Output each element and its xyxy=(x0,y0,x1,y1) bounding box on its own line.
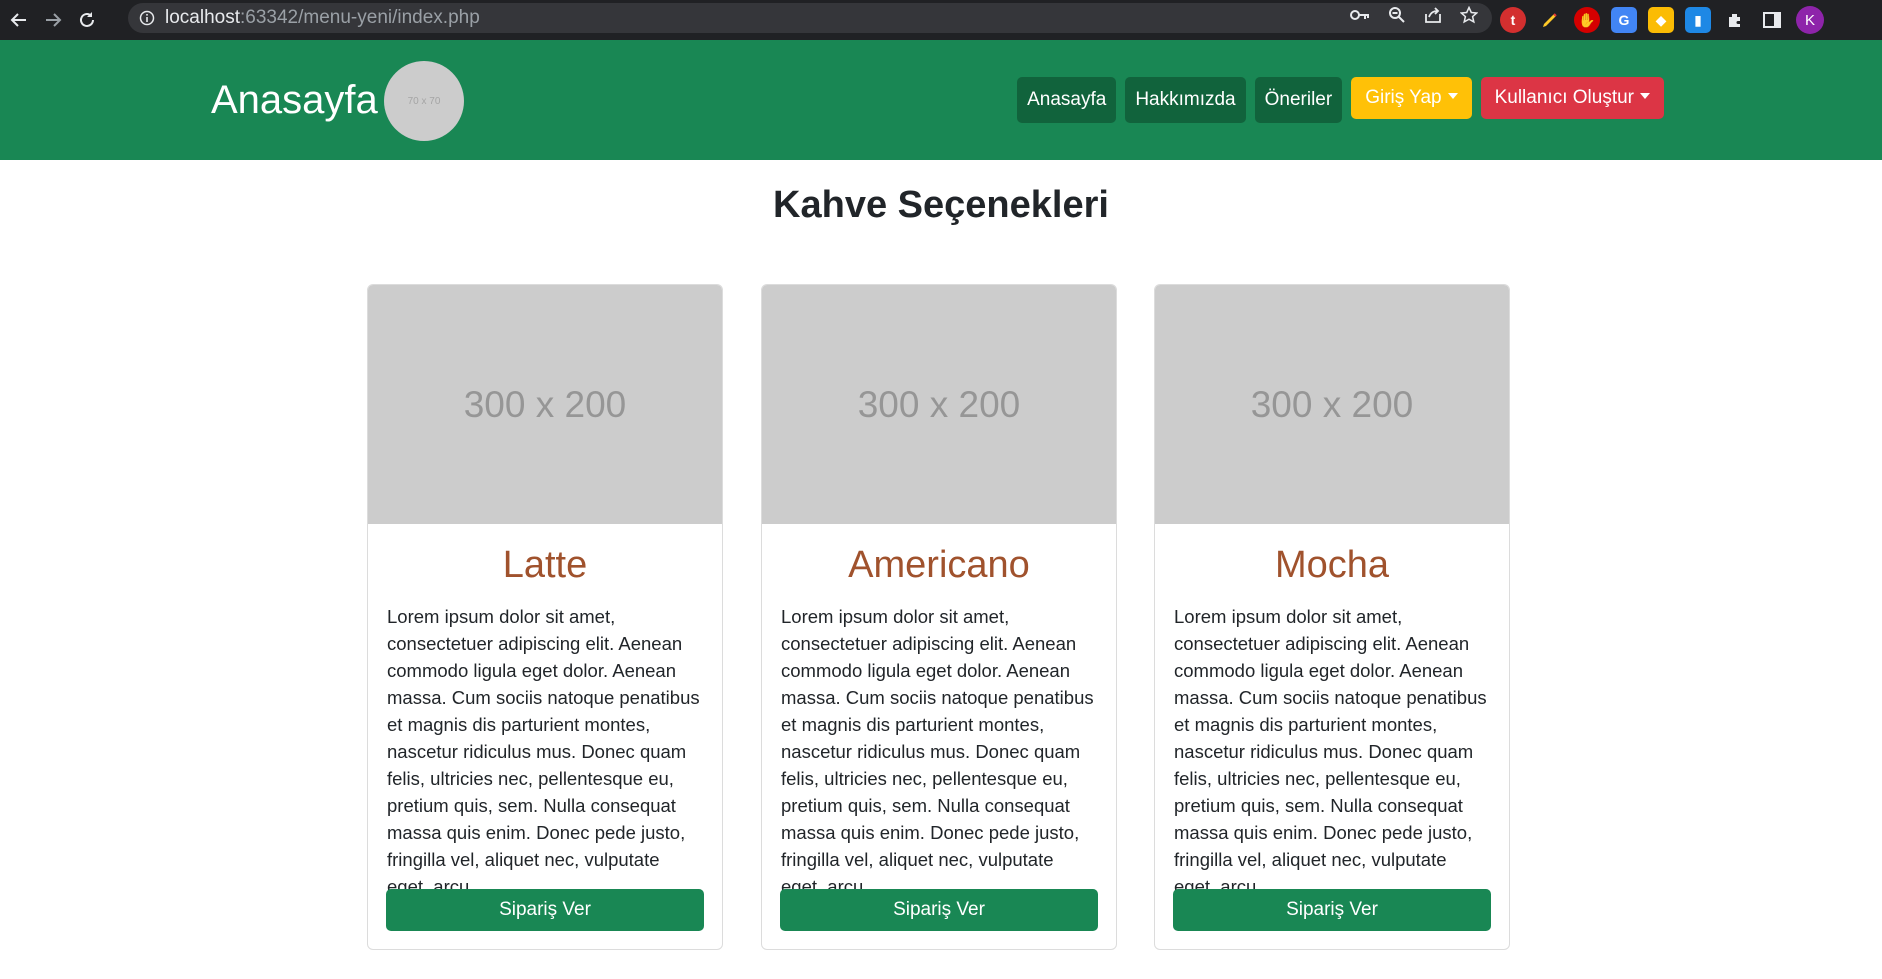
card-image-placeholder: 300 x 200 xyxy=(1155,285,1509,524)
color-extension-icon[interactable]: ◆ xyxy=(1648,7,1674,33)
card-description: Lorem ipsum dolor sit amet, consectetuer… xyxy=(781,606,1094,897)
order-button[interactable]: Sipariş Ver xyxy=(780,889,1098,931)
card-title: Latte xyxy=(502,544,588,586)
extensions-icon[interactable] xyxy=(1722,7,1748,33)
nav-link-anasayfa[interactable]: Anasayfa xyxy=(1017,77,1117,123)
address-bar[interactable]: localhost:63342/menu-yeni/index.php xyxy=(128,3,1492,33)
logo-placeholder: 70 x 70 xyxy=(384,61,464,141)
sidebar-icon[interactable] xyxy=(1759,7,1785,33)
card-image-placeholder: 300 x 200 xyxy=(368,285,722,524)
product-card-mocha: 300 x 200 Mocha Lorem ipsum dolor sit am… xyxy=(1154,284,1510,950)
nav-link-oneriler[interactable]: Öneriler xyxy=(1254,77,1343,123)
pen-extension-icon[interactable] xyxy=(1537,7,1563,33)
login-dropdown-button[interactable]: Giriş Yap xyxy=(1351,77,1472,119)
product-card-latte: 300 x 200 Latte Lorem ipsum dolor sit am… xyxy=(367,284,723,950)
translate-extension-icon[interactable]: G xyxy=(1611,7,1637,33)
reload-icon[interactable] xyxy=(70,3,104,37)
stop-extension-icon[interactable]: ✋ xyxy=(1574,7,1600,33)
star-icon[interactable] xyxy=(1459,5,1479,30)
zoom-icon[interactable] xyxy=(1388,6,1406,30)
nav-link-hakkimizda[interactable]: Hakkımızda xyxy=(1125,77,1246,123)
url-path: :63342/menu-yeni/index.php xyxy=(240,7,480,28)
t-extension-icon[interactable]: t xyxy=(1500,7,1526,33)
nav-links: Anasayfa Hakkımızda Öneriler Giriş Yap K… xyxy=(1017,77,1664,123)
site-navbar: Anasayfa 70 x 70 Anasayfa Hakkımızda Öne… xyxy=(0,40,1882,160)
key-icon[interactable] xyxy=(1350,7,1370,29)
extensions-bar: t ✋ G ◆ ▮ K xyxy=(1500,0,1824,40)
order-button[interactable]: Sipariş Ver xyxy=(1173,889,1491,931)
signup-label: Kullanıcı Oluştur xyxy=(1494,87,1634,108)
browser-toolbar: localhost:63342/menu-yeni/index.php t ✋ … xyxy=(0,0,1882,40)
page-title: Kahve Seçenekleri xyxy=(773,184,1109,226)
login-label: Giriş Yap xyxy=(1365,87,1442,108)
card-description: Lorem ipsum dolor sit amet, consectetuer… xyxy=(387,606,700,897)
product-card-americano: 300 x 200 Americano Lorem ipsum dolor si… xyxy=(761,284,1117,950)
order-button[interactable]: Sipariş Ver xyxy=(386,889,704,931)
forward-icon[interactable] xyxy=(36,3,70,37)
back-icon[interactable] xyxy=(2,3,36,37)
brand-link[interactable]: Anasayfa xyxy=(211,78,378,123)
signup-dropdown-button[interactable]: Kullanıcı Oluştur xyxy=(1480,77,1664,119)
card-title: Mocha xyxy=(1274,544,1390,586)
card-title: Americano xyxy=(848,544,1030,586)
docs-extension-icon[interactable]: ▮ xyxy=(1685,7,1711,33)
caret-down-icon xyxy=(1447,92,1458,99)
info-icon[interactable] xyxy=(139,10,155,26)
caret-down-icon xyxy=(1640,92,1650,99)
card-image-placeholder: 300 x 200 xyxy=(762,285,1116,524)
card-description: Lorem ipsum dolor sit amet, consectetuer… xyxy=(1174,606,1487,897)
profile-avatar[interactable]: K xyxy=(1796,6,1824,34)
url-host: localhost xyxy=(165,7,240,28)
share-icon[interactable] xyxy=(1424,6,1442,30)
